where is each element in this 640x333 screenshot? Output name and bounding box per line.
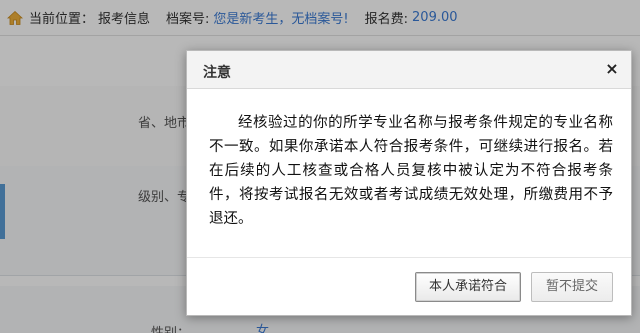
dialog-title: 注意 — [203, 65, 231, 81]
dialog-footer: 本人承诺符合 暂不提交 — [187, 257, 631, 315]
dialog-message: 经核验过的你的所学专业名称与报考条件规定的专业名称不一致。如果你承诺本人符合报考… — [209, 115, 613, 227]
confirm-eligibility-button[interactable]: 本人承诺符合 — [415, 272, 521, 302]
notice-dialog: 注意 × 经核验过的你的所学专业名称与报考条件规定的专业名称不一致。如果你承诺本… — [186, 50, 632, 316]
not-submit-button[interactable]: 暂不提交 — [531, 272, 613, 302]
close-icon[interactable]: × — [603, 60, 621, 78]
dialog-header: 注意 × — [187, 51, 631, 89]
